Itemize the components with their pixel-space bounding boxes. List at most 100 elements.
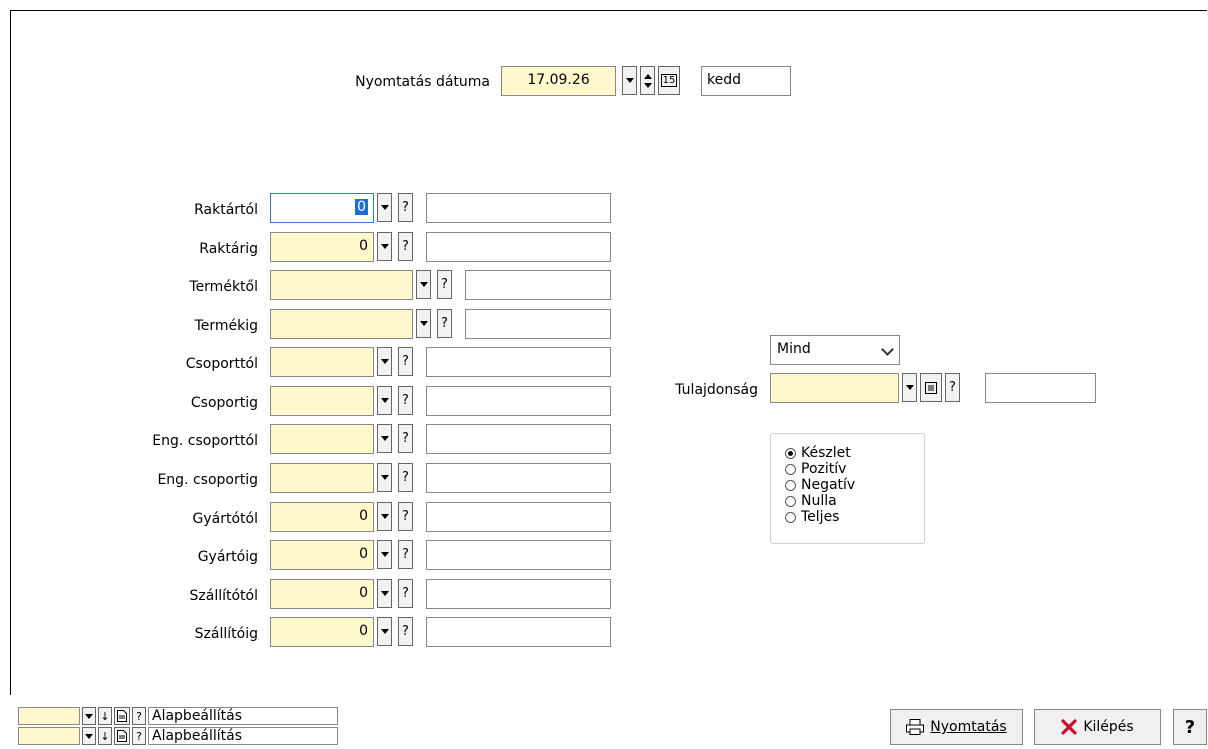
preset-input-1[interactable] [18,707,80,725]
szallitoig-label: Szállítóig [194,626,258,642]
raktarig-help-button[interactable]: ? [398,232,413,261]
arrow-down-icon: ↓ [100,709,110,723]
szallitotol-label: Szállítótól [189,588,258,604]
preset-2-dropdown-button[interactable] [82,727,96,745]
szallitotol-description [426,579,611,609]
preset-1-load-button[interactable]: ↓ [98,707,112,725]
szallitoig-dropdown-button[interactable] [377,617,392,646]
csoporttol-dropdown-button[interactable] [377,347,392,376]
eng-csoportig-help-button[interactable]: ? [398,463,413,492]
gyartoig-input[interactable]: 0 [270,540,374,570]
radio-teljes[interactable]: Teljes [785,509,839,525]
termekig-label: Termékig [194,318,258,334]
gyartotol-input[interactable]: 0 [270,502,374,532]
gyartotol-description [426,502,611,532]
termekig-help-button[interactable]: ? [437,309,452,338]
print-button[interactable]: Nyomtatás [890,709,1023,745]
eng-csoportig-input[interactable] [270,463,374,493]
print-date-dropdown-button[interactable] [622,66,637,95]
list-icon [925,381,937,394]
property-dropdown-button[interactable] [902,373,917,402]
termektol-input[interactable] [270,270,413,300]
property-help-button[interactable]: ? [945,373,960,402]
dropdown-arrow-icon [380,398,389,403]
gyartoig-dropdown-button[interactable] [377,540,392,569]
help-icon: ? [441,315,448,331]
preset-input-2[interactable] [18,727,80,745]
spin-down-icon [643,82,652,88]
help-icon: ? [136,709,142,723]
arrow-down-icon: ↓ [100,729,110,743]
property-label: Tulajdonság [675,382,758,398]
csoportig-input[interactable] [270,386,374,416]
preset-2-help-button[interactable]: ? [132,727,146,745]
weekday-field: kedd [701,66,791,96]
preset-2-document-button[interactable] [114,727,130,745]
raktartol-dropdown-button[interactable] [377,193,392,222]
dropdown-arrow-icon [380,591,389,596]
raktartol-help-button[interactable]: ? [398,193,413,222]
property-input[interactable] [770,373,899,403]
calendar-button[interactable]: 15 [658,66,680,95]
szallitotol-help-button[interactable]: ? [398,579,413,608]
csoportig-dropdown-button[interactable] [377,386,392,415]
preset-1-document-button[interactable] [114,707,130,725]
dropdown-arrow-icon [85,713,93,719]
close-icon [1061,719,1077,735]
termekig-dropdown-button[interactable] [416,309,431,338]
eng-csoportig-dropdown-button[interactable] [377,463,392,492]
dropdown-arrow-icon [419,282,428,287]
property-list-button[interactable] [920,373,942,402]
szallitotol-dropdown-button[interactable] [377,579,392,608]
szallitoig-input[interactable]: 0 [270,617,374,647]
radio-pozitiv[interactable]: Pozitív [785,461,846,477]
raktarig-description [426,232,611,262]
radio-label: Pozitív [801,461,847,477]
termektol-help-button[interactable]: ? [437,270,452,299]
radio-negativ[interactable]: Negatív [785,477,855,493]
dropdown-arrow-icon [905,385,914,390]
dropdown-arrow-icon [380,552,389,557]
gyartoig-label: Gyártóig [197,549,258,565]
raktarig-input[interactable]: 0 [270,232,374,262]
property-mode-select[interactable]: Mind [770,335,900,365]
termekig-description [465,309,611,339]
help-button[interactable]: ? [1173,709,1207,745]
csoportig-help-button[interactable]: ? [398,386,413,415]
document-icon [117,710,127,722]
szallitotol-input[interactable]: 0 [270,579,374,609]
csoporttol-help-button[interactable]: ? [398,347,413,376]
print-date-spinner[interactable] [640,66,655,95]
raktartol-label: Raktártól [194,202,258,218]
csoporttol-input[interactable] [270,347,374,377]
raktarig-dropdown-button[interactable] [377,232,392,261]
stock-filter-radio-group: Készlet Pozitív Negatív Nulla Teljes [770,433,925,544]
eng-csoporttol-dropdown-button[interactable] [377,424,392,453]
gyartotol-help-button[interactable]: ? [398,502,413,531]
dropdown-arrow-icon [380,514,389,519]
print-date-input[interactable]: 17.09.26 [501,66,616,96]
csoportig-description [426,386,611,416]
szallitoig-help-button[interactable]: ? [398,617,413,646]
help-icon: ? [441,276,448,292]
eng-csoporttol-input[interactable] [270,424,374,454]
help-icon: ? [402,353,409,369]
gyartotol-dropdown-button[interactable] [377,502,392,531]
preset-2-load-button[interactable]: ↓ [98,727,112,745]
radio-keszlet[interactable]: Készlet [785,445,851,461]
dropdown-arrow-icon [380,244,389,249]
gyartotol-label: Gyártótól [192,511,258,527]
termektol-label: Terméktől [189,279,258,295]
eng-csoporttol-help-button[interactable]: ? [398,424,413,453]
termektol-description [465,270,611,300]
raktarig-label: Raktárig [199,241,258,257]
raktartol-input[interactable]: 0 [270,193,374,223]
preset-1-dropdown-button[interactable] [82,707,96,725]
gyartoig-help-button[interactable]: ? [398,540,413,569]
termekig-input[interactable] [270,309,413,339]
exit-button[interactable]: Kilépés [1034,709,1161,745]
termektol-dropdown-button[interactable] [416,270,431,299]
preset-1-help-button[interactable]: ? [132,707,146,725]
printer-icon [906,719,925,735]
radio-nulla[interactable]: Nulla [785,493,837,509]
